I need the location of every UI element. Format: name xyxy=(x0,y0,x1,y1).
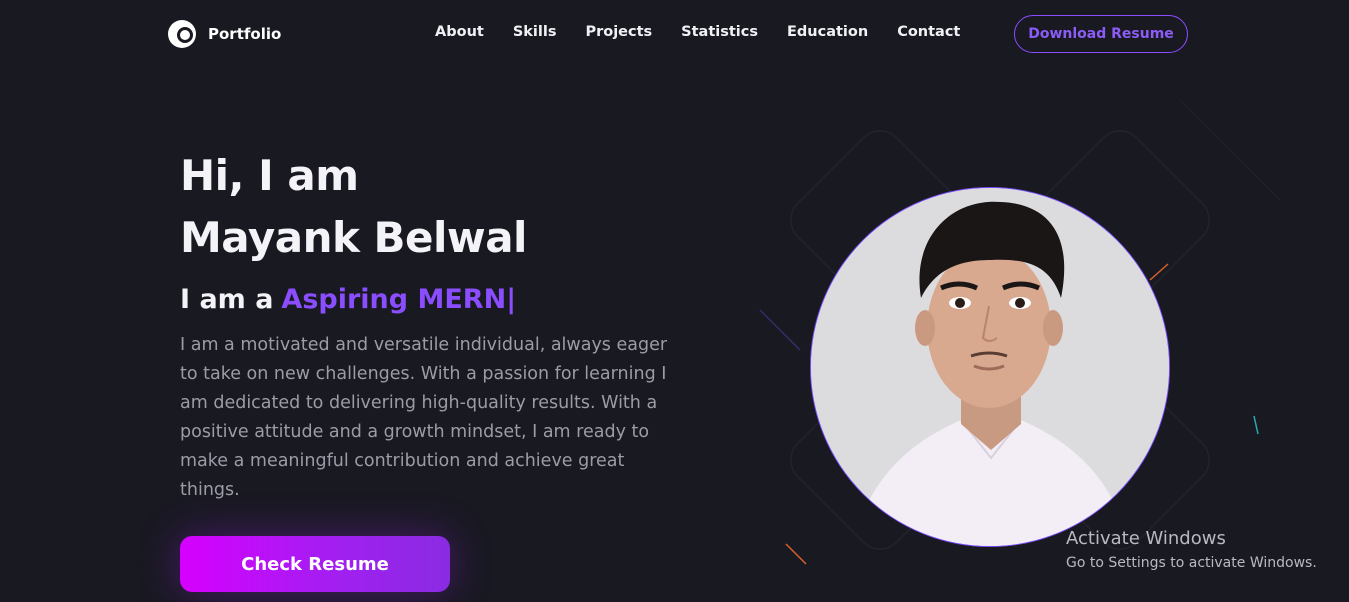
brand-logo[interactable]: Portfolio xyxy=(166,18,281,50)
brand-name: Portfolio xyxy=(208,25,282,43)
portfolio-logo-icon xyxy=(166,18,198,50)
nav-link-contact[interactable]: Contact xyxy=(897,24,960,40)
nav-link-about[interactable]: About xyxy=(435,24,484,40)
top-navbar: Portfolio About Skills Projects Statisti… xyxy=(0,0,1349,68)
nav-links: About Skills Projects Statistics Educati… xyxy=(435,24,989,40)
windows-activation-watermark: Activate Windows Go to Settings to activ… xyxy=(1066,528,1317,574)
download-resume-button[interactable]: Download Resume xyxy=(1014,15,1188,53)
hero-section: Hi, I am Mayank Belwal I am a Aspiring ME… xyxy=(180,145,700,505)
nav-link-statistics[interactable]: Statistics xyxy=(681,24,758,40)
nav-link-projects[interactable]: Projects xyxy=(585,24,652,40)
hero-greeting: Hi, I am xyxy=(180,151,359,200)
hero-role: I am a Aspiring MERN| xyxy=(180,283,700,317)
typing-cursor: | xyxy=(506,284,517,315)
role-typed-text: Aspiring MERN xyxy=(281,284,507,315)
check-resume-button[interactable]: Check Resume xyxy=(180,536,450,592)
role-prefix: I am a xyxy=(180,284,274,315)
profile-photo xyxy=(810,187,1170,547)
watermark-subtitle: Go to Settings to activate Windows. xyxy=(1066,555,1317,571)
hero-bio: I am a motivated and versatile individua… xyxy=(180,335,668,500)
nav-link-education[interactable]: Education xyxy=(787,24,868,40)
hero-name: Mayank Belwal xyxy=(180,213,527,262)
watermark-title: Activate Windows xyxy=(1066,528,1226,549)
nav-link-skills[interactable]: Skills xyxy=(513,24,557,40)
